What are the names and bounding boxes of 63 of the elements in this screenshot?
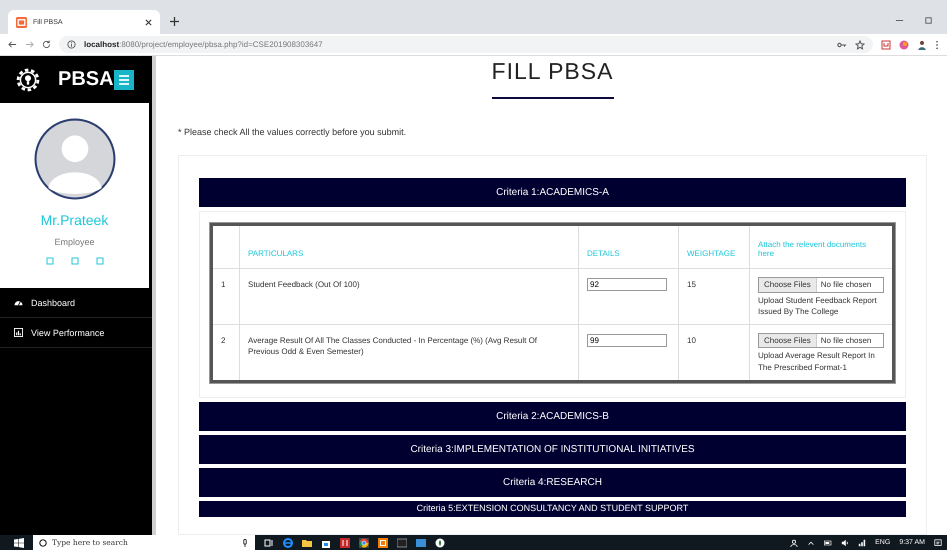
user-role: Employee [54, 237, 95, 247]
close-icon[interactable] [145, 18, 152, 26]
task-view-icon[interactable] [264, 538, 274, 548]
upload-hint: Upload Average Result Report In The Prescribed Format-1 [758, 350, 876, 374]
particular-text: Average Result Of All The Classes Conducted - In Percentage (%) (Avg Result Of Previous Odd & Even Semester) [248, 336, 538, 356]
volume-icon[interactable] [841, 538, 850, 546]
sidebar-item[interactable]: View Performance [0, 318, 152, 348]
browser-icon[interactable] [283, 538, 293, 548]
terminal-icon[interactable] [397, 538, 407, 548]
criteria-header[interactable]: Criteria 4:RESEARCH [199, 468, 906, 497]
criteria-header[interactable]: Criteria 3:IMPLEMENTATION OF INSTITUTIONAL INITIATIVES [199, 434, 906, 464]
menu-icon[interactable] [935, 40, 939, 50]
user-name: Mr.Prateek [40, 212, 108, 228]
microphone-icon[interactable] [241, 538, 249, 546]
upload-hint: Upload Student Feedback Report Issued By The College [758, 294, 878, 318]
gear-bulb-icon [14, 66, 42, 94]
battery-icon[interactable] [824, 538, 832, 546]
instruction-note: * Please check All the values correctly before you submit. [178, 127, 406, 137]
menu-icon[interactable] [114, 70, 134, 90]
app-icon[interactable] [435, 538, 445, 548]
criteria-header[interactable]: Criteria 1:ACADEMICS-A [199, 178, 906, 207]
weightage-value: 15 [687, 280, 696, 289]
details-input[interactable]: 99 [587, 334, 667, 347]
choose-files-button[interactable]: Choose Files [759, 334, 817, 348]
file-status: No file chosen [820, 334, 872, 347]
reload-icon[interactable] [42, 40, 51, 49]
folder-icon[interactable] [302, 538, 312, 548]
choose-files-button[interactable]: Choose Files [759, 278, 817, 292]
details-input[interactable]: 92 [587, 278, 667, 291]
row-number: 2 [221, 336, 226, 345]
back-icon[interactable] [8, 40, 17, 49]
restore-icon[interactable] [924, 16, 933, 25]
search-icon [39, 538, 47, 546]
row-number: 1 [221, 280, 226, 289]
column-header: DETAILS [587, 249, 620, 258]
people-icon[interactable] [790, 538, 798, 546]
site-icon [16, 16, 27, 28]
address-bar[interactable]: localhost:8080/project/employee/pbsa.php?id=CSE201908303647 [59, 36, 873, 53]
weightage-value: 10 [687, 336, 696, 345]
file-status: No file chosen [820, 279, 872, 291]
particular-text: Student Feedback (Out Of 100) [248, 280, 360, 289]
app-icon[interactable] [340, 538, 350, 548]
windows-icon[interactable] [14, 538, 24, 548]
criteria-header[interactable]: Criteria 2:ACADEMICS-B [199, 402, 906, 431]
extension-icon[interactable] [881, 40, 891, 50]
page-title: FILL PBSA [492, 58, 614, 85]
app-icon[interactable] [378, 538, 388, 548]
profile-icon[interactable] [917, 40, 927, 50]
dashboard-icon [14, 298, 23, 307]
sidebar-item[interactable]: Dashboard [0, 288, 152, 318]
network-icon[interactable] [858, 538, 866, 546]
star-icon[interactable] [855, 40, 865, 50]
new-tab-icon[interactable] [170, 17, 179, 26]
column-header: Attach the relevent documents here [758, 240, 866, 258]
brand-name: PBSA [58, 68, 114, 91]
chrome-icon[interactable] [359, 538, 369, 548]
column-header: PARTICULARS [248, 249, 304, 258]
criteria-header[interactable]: Criteria 5:EXTENSION CONSULTANCY AND STUDENT SUPPORT [199, 500, 906, 517]
extension-icon[interactable] [899, 40, 909, 50]
notification-icon[interactable] [934, 538, 942, 546]
column-header: WEIGHTAGE [687, 249, 736, 258]
info-icon [67, 40, 76, 49]
chart-icon [14, 328, 23, 337]
